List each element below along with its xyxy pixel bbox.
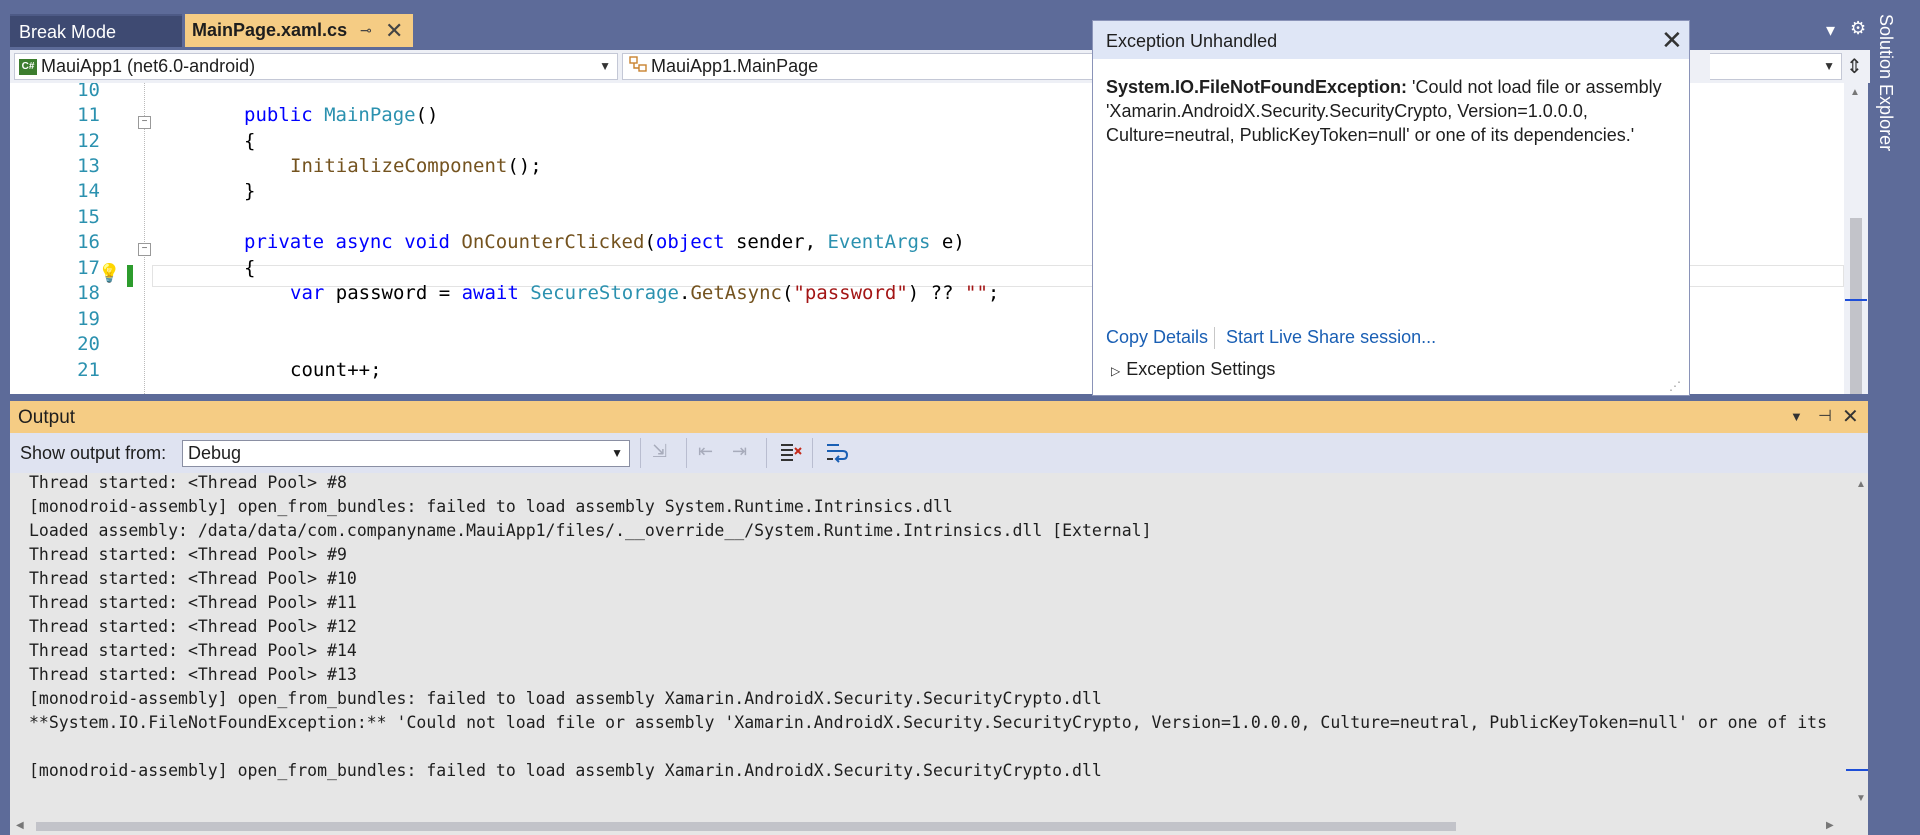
project-combo[interactable]: C# MauiApp1 (net6.0-android) ▼	[14, 53, 618, 80]
output-title: Output	[18, 407, 76, 428]
word-wrap-icon[interactable]	[825, 441, 849, 468]
gear-icon[interactable]: ⚙	[1850, 18, 1866, 39]
scroll-up-icon[interactable]: ▲	[1850, 87, 1860, 98]
output-line: Thread started: <Thread Pool> #14	[29, 641, 357, 660]
line-number: 13	[77, 155, 100, 177]
member-combo[interactable]: ▼	[1710, 53, 1842, 80]
line-number: 16	[77, 231, 100, 253]
project-label: MauiApp1 (net6.0-android)	[41, 56, 256, 76]
live-share-link[interactable]: Start Live Share session...	[1226, 327, 1436, 348]
line-number: 15	[77, 206, 100, 228]
split-editor-icon[interactable]: ⇕	[1846, 54, 1863, 79]
copy-details-link[interactable]: Copy Details	[1106, 327, 1208, 348]
line-number: 12	[77, 130, 100, 152]
toolbar-separator	[766, 438, 767, 468]
caret-marker	[1845, 299, 1867, 301]
clear-all-icon[interactable]	[780, 441, 802, 468]
indent-guide	[144, 83, 146, 394]
exception-message: System.IO.FileNotFoundException: 'Could …	[1106, 75, 1676, 147]
exception-type: System.IO.FileNotFoundException:	[1106, 77, 1408, 97]
output-source-select[interactable]: Debug ▼	[182, 440, 630, 467]
scroll-right-icon[interactable]: ▶	[1826, 820, 1834, 831]
close-tab-icon[interactable]: ✕	[385, 14, 403, 47]
pin-icon[interactable]: ⊸	[360, 14, 372, 47]
line-number: 14	[77, 180, 100, 202]
close-icon[interactable]: ✕	[1842, 404, 1859, 429]
output-line: Thread started: <Thread Pool> #13	[29, 665, 357, 684]
chevron-down-icon: ▼	[1823, 59, 1835, 73]
show-output-label: Show output from:	[20, 443, 167, 463]
output-line: **System.IO.FileNotFoundException:** 'Co…	[29, 713, 1828, 732]
output-line: [monodroid-assembly] open_from_bundles: …	[29, 497, 953, 516]
output-source-value: Debug	[188, 443, 242, 463]
previous-message-icon[interactable]: ⇤	[698, 441, 713, 462]
scrollbar-thumb[interactable]	[1850, 218, 1862, 394]
output-line: Thread started: <Thread Pool> #12	[29, 617, 357, 636]
editor-vertical-scrollbar[interactable]: ▲	[1844, 83, 1868, 394]
collapse-icon[interactable]: −	[138, 243, 151, 256]
link-divider	[1214, 327, 1215, 349]
line-number: 11	[77, 104, 100, 126]
code-line-18: var password = await SecureStorage.GetAs…	[290, 282, 1000, 304]
lightbulb-icon[interactable]: 💡	[98, 263, 120, 284]
caret-marker	[1846, 769, 1868, 771]
close-icon[interactable]: ✕	[1661, 25, 1683, 56]
output-line: Loaded assembly: /data/data/com.companyn…	[29, 521, 1152, 540]
output-toolbar: Show output from: Debug ▼ ⇲ ⇤ ⇥	[10, 433, 1868, 473]
line-number: 19	[77, 308, 100, 330]
change-indicator	[127, 265, 133, 287]
code-line-17: {	[244, 257, 256, 279]
scrollbar-thumb[interactable]	[36, 822, 1456, 831]
output-line: Thread started: <Thread Pool> #8	[29, 473, 347, 492]
toolbar-separator	[812, 438, 813, 468]
output-line: [monodroid-assembly] open_from_bundles: …	[29, 689, 1102, 708]
pin-icon[interactable]: ⊣	[1818, 406, 1832, 426]
exception-settings-label: Exception Settings	[1126, 359, 1276, 379]
tab-list-dropdown-icon[interactable]: ▾	[1826, 20, 1835, 41]
expand-icon: ▷	[1111, 364, 1121, 378]
tab-break-mode[interactable]: Break Mode	[10, 14, 182, 47]
resize-grip-icon[interactable]: ⋰	[1669, 379, 1681, 393]
csharp-project-icon: C#	[19, 59, 37, 76]
code-line-12: {	[244, 130, 256, 152]
output-text[interactable]: Thread started: <Thread Pool> #8 [monodr…	[10, 473, 1868, 835]
scroll-left-icon[interactable]: ◀	[16, 820, 24, 831]
line-number: 21	[77, 359, 100, 381]
line-number: 18	[77, 282, 100, 304]
code-line-21: count++;	[290, 359, 382, 381]
output-header: Output ▼ ⊣ ✕	[10, 401, 1868, 433]
chevron-down-icon: ▼	[599, 59, 611, 73]
exception-popup: Exception Unhandled ✕ System.IO.FileNotF…	[1092, 20, 1690, 396]
find-message-icon[interactable]: ⇲	[652, 441, 667, 462]
code-line-13: InitializeComponent();	[290, 155, 542, 177]
exception-title: Exception Unhandled	[1106, 31, 1278, 51]
output-line: [monodroid-assembly] open_from_bundles: …	[29, 761, 1102, 780]
solution-explorer-tab[interactable]: Solution Explorer	[1875, 14, 1896, 151]
scroll-up-icon[interactable]: ▲	[1856, 479, 1866, 490]
class-label: MauiApp1.MainPage	[651, 56, 819, 76]
output-line: Thread started: <Thread Pool> #11	[29, 593, 357, 612]
output-line: Thread started: <Thread Pool> #9	[29, 545, 347, 564]
scroll-down-icon[interactable]: ▼	[1856, 793, 1866, 804]
next-message-icon[interactable]: ⇥	[732, 441, 747, 462]
line-number: 17	[77, 257, 100, 279]
line-number: 20	[77, 333, 100, 355]
collapse-icon[interactable]: −	[138, 116, 151, 129]
exception-settings-expander[interactable]: ▷ Exception Settings	[1111, 359, 1275, 380]
toolbar-separator	[686, 438, 687, 468]
output-horizontal-scrollbar[interactable]: ◀ ▶	[10, 815, 1834, 835]
code-line-14: }	[244, 180, 256, 202]
class-combo[interactable]: MauiApp1.MainPage	[622, 53, 1122, 80]
chevron-down-icon: ▼	[611, 446, 623, 460]
tab-mainpage-xaml-cs[interactable]: MainPage.xaml.cs ⊸ ✕	[185, 14, 413, 47]
tab-label: MainPage.xaml.cs	[192, 20, 348, 40]
line-number: 10	[77, 83, 100, 101]
code-line-16: private async void OnCounterClicked(obje…	[244, 231, 965, 253]
output-line: Thread started: <Thread Pool> #10	[29, 569, 357, 588]
window-options-icon[interactable]: ▼	[1790, 409, 1803, 424]
code-line-11: public MainPage()	[244, 104, 439, 126]
class-icon	[629, 54, 647, 79]
toolbar-separator	[640, 438, 641, 468]
